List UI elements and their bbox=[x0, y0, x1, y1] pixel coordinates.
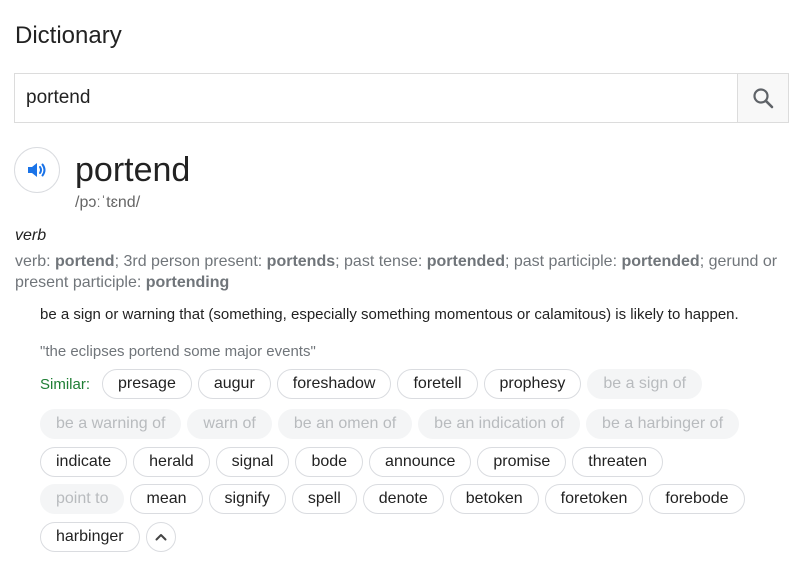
similar-chip[interactable]: bode bbox=[295, 447, 364, 477]
similar-chip[interactable]: be an indication of bbox=[418, 409, 581, 439]
search-bar bbox=[14, 73, 789, 123]
gerund-form: portending bbox=[145, 274, 230, 291]
similar-chip[interactable]: foretell bbox=[397, 369, 478, 399]
past-tense-form: portended bbox=[426, 253, 505, 270]
similar-chip[interactable]: be a warning of bbox=[40, 409, 182, 439]
similar-row: indicate herald signal bode announce pro… bbox=[40, 447, 663, 477]
search-button[interactable] bbox=[737, 74, 788, 122]
search-icon bbox=[753, 88, 774, 109]
similar-row: harbinger bbox=[40, 522, 176, 552]
definition: be a sign or warning that (something, es… bbox=[40, 306, 739, 323]
chevron-up-icon bbox=[155, 534, 167, 541]
similar-chip[interactable]: presage bbox=[102, 369, 192, 399]
similar-row: point to mean signify spell denote betok… bbox=[40, 484, 745, 514]
similar-chip[interactable]: indicate bbox=[40, 447, 128, 477]
past-participle-label: past participle: bbox=[513, 253, 618, 270]
similar-chip[interactable]: be a harbinger of bbox=[586, 409, 740, 439]
similar-label: Similar: bbox=[40, 375, 91, 393]
page-title: Dictionary bbox=[15, 22, 122, 49]
similar-chip[interactable]: be a sign of bbox=[587, 369, 703, 399]
similar-chip[interactable]: augur bbox=[197, 369, 271, 399]
similar-chip[interactable]: foreshadow bbox=[276, 369, 392, 399]
third-person-label: 3rd person present: bbox=[123, 253, 263, 270]
similar-chip[interactable]: signal bbox=[215, 447, 290, 477]
similar-chip[interactable]: forebode bbox=[649, 484, 745, 514]
similar-row: be a warning of warn of be an omen of be… bbox=[40, 409, 740, 439]
similar-chip[interactable]: promise bbox=[477, 447, 567, 477]
similar-chip[interactable]: herald bbox=[133, 447, 210, 477]
pronunciation-button[interactable] bbox=[14, 147, 60, 193]
similar-chip[interactable]: announce bbox=[369, 447, 472, 477]
phonetic-spelling: /pɔːˈtɛnd/ bbox=[75, 194, 141, 211]
similar-chip[interactable]: warn of bbox=[187, 409, 272, 439]
similar-chip[interactable]: betoken bbox=[449, 484, 539, 514]
usage-example: "the eclipses portend some major events" bbox=[40, 343, 316, 360]
similar-chip[interactable]: spell bbox=[291, 484, 357, 514]
search-input[interactable] bbox=[15, 74, 737, 122]
verb-form: portend bbox=[55, 253, 115, 270]
similar-chip[interactable]: be an omen of bbox=[277, 409, 413, 439]
similar-chip[interactable]: signify bbox=[208, 484, 286, 514]
similar-chip[interactable]: threaten bbox=[572, 447, 663, 477]
third-person-form: portends bbox=[266, 253, 336, 270]
similar-chip[interactable]: point to bbox=[40, 484, 125, 514]
headword: portend bbox=[75, 151, 191, 189]
part-of-speech: verb bbox=[15, 227, 47, 244]
similar-chip[interactable]: foretoken bbox=[544, 484, 644, 514]
speaker-icon bbox=[28, 163, 46, 177]
similar-chip[interactable]: mean bbox=[130, 484, 203, 514]
dictionary-panel: Dictionary portend /pɔːˈtɛnd/ verb verb:… bbox=[0, 0, 802, 578]
collapse-similar-button[interactable] bbox=[145, 522, 176, 552]
similar-chip[interactable]: denote bbox=[362, 484, 444, 514]
similar-row: Similar: presage augur foreshadow forete… bbox=[40, 369, 703, 399]
similar-chip[interactable]: prophesy bbox=[483, 369, 582, 399]
word-forms: verb: portend; 3rd person present: porte… bbox=[15, 253, 778, 291]
past-tense-label: past tense: bbox=[344, 253, 423, 270]
verb-label: verb: bbox=[15, 253, 51, 270]
past-participle-form: portended bbox=[621, 253, 700, 270]
similar-chip[interactable]: harbinger bbox=[40, 522, 140, 552]
